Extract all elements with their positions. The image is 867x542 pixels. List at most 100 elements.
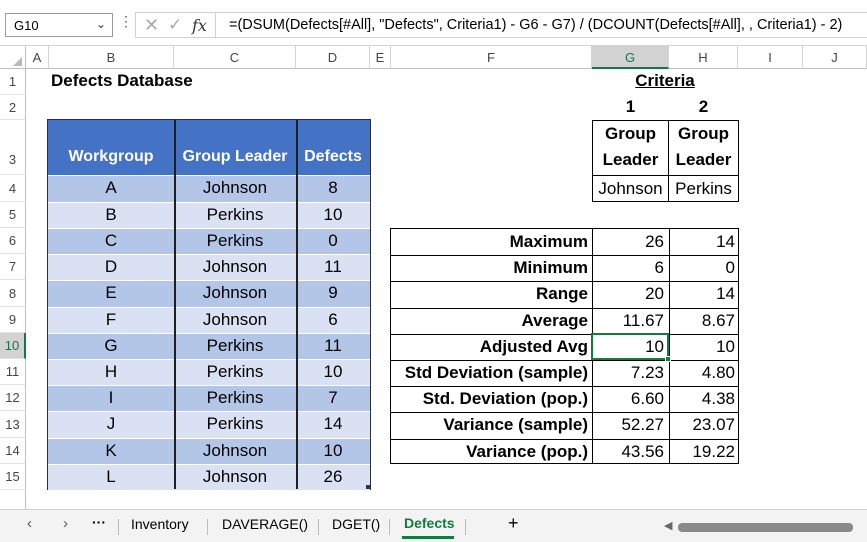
stat-value-g[interactable]: 20 (592, 284, 664, 304)
table-cell[interactable]: Johnson (174, 441, 296, 461)
table-cell[interactable]: 10 (296, 205, 370, 225)
stat-value-h[interactable]: 4.38 (669, 389, 735, 409)
fill-handle[interactable] (665, 356, 671, 362)
row-header[interactable]: 1 (0, 69, 26, 95)
table-cell[interactable]: Johnson (174, 178, 296, 198)
column-header-j[interactable]: J (803, 46, 867, 69)
table-resize-handle[interactable] (366, 485, 370, 489)
sheet-tab-daverage[interactable]: DAVERAGE() (222, 516, 308, 532)
chevron-down-icon[interactable]: ⌄ (96, 17, 106, 31)
table-cell[interactable]: 10 (296, 441, 370, 461)
table-cell[interactable]: A (48, 178, 174, 198)
column-header-e[interactable]: E (370, 46, 391, 69)
table-cell[interactable]: 7 (296, 388, 370, 408)
column-header-h[interactable]: H (669, 46, 738, 69)
stat-label[interactable]: Maximum (391, 232, 588, 252)
stat-label[interactable]: Variance (pop.) (391, 442, 588, 462)
table-cell[interactable]: 8 (296, 178, 370, 198)
stat-label[interactable]: Average (391, 311, 588, 331)
stat-value-h[interactable]: 10 (669, 337, 735, 357)
table-cell[interactable]: J (48, 414, 174, 434)
table-cell[interactable]: G (48, 336, 174, 356)
row-header[interactable]: 11 (0, 359, 26, 385)
table-cell[interactable]: Perkins (174, 336, 296, 356)
table-cell[interactable]: B (48, 205, 174, 225)
stat-value-g[interactable]: 6 (592, 258, 664, 278)
column-header-g[interactable]: G (592, 46, 669, 69)
row-header[interactable]: 9 (0, 307, 26, 333)
insert-function-icon[interactable]: fx (192, 16, 207, 35)
table-cell[interactable]: 26 (296, 467, 370, 487)
stat-label[interactable]: Adjusted Avg (391, 337, 588, 357)
stat-value-h[interactable]: 0 (669, 258, 735, 278)
stat-value-h[interactable]: 4.80 (669, 363, 735, 383)
stat-value-g[interactable]: 43.56 (592, 442, 664, 462)
stat-value-h[interactable]: 19.22 (669, 442, 735, 462)
column-header-d[interactable]: D (296, 46, 370, 69)
stat-label[interactable]: Variance (sample) (391, 415, 588, 435)
stat-label[interactable]: Std. Deviation (pop.) (391, 389, 588, 409)
row-header[interactable]: 4 (0, 175, 26, 202)
stat-label[interactable]: Std Deviation (sample) (391, 363, 588, 383)
name-box[interactable]: G10 ⌄ (5, 13, 113, 37)
table-cell[interactable]: 0 (296, 231, 370, 251)
cancel-icon[interactable]: ✕ (144, 15, 159, 36)
table-cell[interactable]: 14 (296, 414, 370, 434)
check-icon[interactable]: ✓ (168, 15, 182, 35)
stat-value-g[interactable]: 26 (592, 232, 664, 252)
table-cell[interactable]: Johnson (174, 257, 296, 277)
row-header[interactable]: 14 (0, 438, 26, 464)
selected-cell-outline[interactable] (591, 333, 669, 360)
more-options-icon[interactable]: ⋮ (119, 13, 133, 30)
chevron-right-icon[interactable]: › (63, 515, 68, 532)
formula-input[interactable]: =(DSUM(Defects[#All], "Defects", Criteri… (215, 12, 867, 38)
stat-value-g[interactable]: 11.67 (592, 311, 664, 331)
row-header[interactable]: 12 (0, 385, 26, 411)
row-header[interactable]: 2 (0, 95, 26, 120)
table-cell[interactable]: 11 (296, 257, 370, 277)
more-sheets-button[interactable]: ··· (92, 514, 106, 530)
table-cell[interactable]: 6 (296, 310, 370, 330)
add-sheet-button[interactable]: + (508, 513, 519, 534)
scroll-left-icon[interactable]: ◀ (664, 519, 672, 532)
table-cell[interactable]: C (48, 231, 174, 251)
chevron-left-icon[interactable]: ‹ (27, 515, 32, 532)
table-cell[interactable]: F (48, 310, 174, 330)
row-header[interactable]: 8 (0, 280, 26, 307)
row-header[interactable]: 15 (0, 464, 26, 490)
column-header-a[interactable]: A (26, 46, 49, 69)
row-header[interactable]: 5 (0, 202, 26, 228)
table-cell[interactable]: Perkins (174, 362, 296, 382)
sheet-tab-inventory[interactable]: Inventory (131, 516, 189, 532)
table-header-cell[interactable]: Defects (296, 148, 370, 166)
column-header-i[interactable]: I (738, 46, 803, 69)
stat-label[interactable]: Range (391, 284, 588, 304)
column-header-b[interactable]: B (49, 46, 174, 69)
stat-value-h[interactable]: 8.67 (669, 311, 735, 331)
table-cell[interactable]: D (48, 257, 174, 277)
table-cell[interactable]: 11 (296, 336, 370, 356)
row-header[interactable]: 13 (0, 411, 26, 438)
stat-value-g[interactable]: 52.27 (592, 415, 664, 435)
table-cell[interactable]: Johnson (174, 283, 296, 303)
stat-value-h[interactable]: 14 (669, 284, 735, 304)
table-cell[interactable]: 9 (296, 283, 370, 303)
table-header-cell[interactable]: Workgroup (48, 148, 174, 166)
sheet-tab-dget[interactable]: DGET() (332, 516, 380, 532)
table-cell[interactable]: L (48, 467, 174, 487)
row-header[interactable]: 6 (0, 228, 26, 254)
sheet-tab-defects[interactable]: Defects (404, 515, 455, 531)
column-header-f[interactable]: F (391, 46, 592, 69)
stat-value-g[interactable]: 7.23 (592, 363, 664, 383)
row-header[interactable]: 10 (0, 333, 26, 359)
row-header[interactable]: 7 (0, 254, 26, 280)
table-cell[interactable]: E (48, 283, 174, 303)
table-header-cell[interactable]: Group Leader (174, 148, 296, 166)
stat-value-g[interactable]: 6.60 (592, 389, 664, 409)
horizontal-scrollbar[interactable] (678, 523, 853, 532)
table-cell[interactable]: Johnson (174, 310, 296, 330)
row-header[interactable]: 3 (0, 120, 26, 175)
stat-value-h[interactable]: 23.07 (669, 415, 735, 435)
table-cell[interactable]: I (48, 388, 174, 408)
table-cell[interactable]: H (48, 362, 174, 382)
